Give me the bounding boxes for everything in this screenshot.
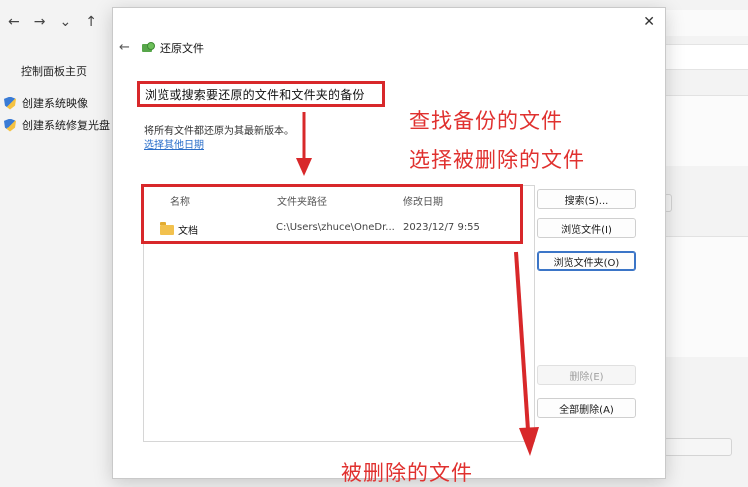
search-button[interactable]: 搜索(S)... bbox=[537, 189, 636, 209]
sidebar-item-create-repair-disc[interactable]: 创建系统修复光盘 bbox=[4, 117, 110, 133]
close-icon[interactable]: ✕ bbox=[643, 14, 655, 30]
annotation-select-deleted: 选择被删除的文件 bbox=[409, 148, 585, 172]
heading-text: 浏览或搜索要还原的文件和文件夹的备份 bbox=[145, 87, 365, 102]
search-box[interactable] bbox=[664, 44, 748, 70]
back-arrow-icon[interactable]: ← bbox=[119, 40, 130, 55]
annotation-find-backup: 查找备份的文件 bbox=[409, 109, 563, 133]
content-panel bbox=[664, 95, 748, 166]
sidebar-item-create-image[interactable]: 创建系统映像 bbox=[4, 95, 88, 111]
restore-files-dialog: ✕ ← 还原文件 浏览或搜索要还原的文件和文件夹的备份 将所有文件都还原为其最新… bbox=[112, 7, 666, 485]
delete-button[interactable]: 删除(E) bbox=[537, 365, 636, 385]
description-text: 将所有文件都还原为其最新版本。 bbox=[144, 126, 294, 137]
delete-all-button[interactable]: 全部删除(A) bbox=[537, 398, 636, 418]
up-icon[interactable]: ↑ bbox=[85, 14, 97, 30]
sidebar-item-label: 创建系统映像 bbox=[22, 97, 88, 110]
browse-folders-button[interactable]: 浏览文件夹(O) bbox=[537, 251, 636, 271]
dialog-title-row: 还原文件 bbox=[141, 40, 204, 56]
forward-icon[interactable]: → bbox=[34, 14, 46, 30]
sidebar-item-label: 创建系统修复光盘 bbox=[22, 119, 110, 132]
nav-bar: ← → ⌄ ↑ bbox=[8, 14, 97, 30]
highlight-box bbox=[141, 184, 523, 244]
annotation-deleted-files: 被删除的文件 bbox=[341, 461, 473, 485]
sidebar-home-link[interactable]: 控制面板主页 bbox=[21, 63, 87, 79]
browse-files-button[interactable]: 浏览文件(I) bbox=[537, 218, 636, 238]
partial-button[interactable] bbox=[664, 438, 732, 456]
dialog-title: 还原文件 bbox=[160, 42, 204, 55]
shield-icon bbox=[4, 118, 16, 132]
chevron-down-icon[interactable]: ⌄ bbox=[59, 14, 71, 30]
page-heading: 浏览或搜索要还原的文件和文件夹的备份 bbox=[137, 81, 385, 107]
restore-icon bbox=[141, 41, 155, 55]
content-panel bbox=[664, 236, 748, 357]
choose-date-link[interactable]: 选择其他日期 bbox=[144, 136, 204, 151]
shield-icon bbox=[4, 96, 16, 110]
back-icon[interactable]: ← bbox=[8, 14, 20, 30]
